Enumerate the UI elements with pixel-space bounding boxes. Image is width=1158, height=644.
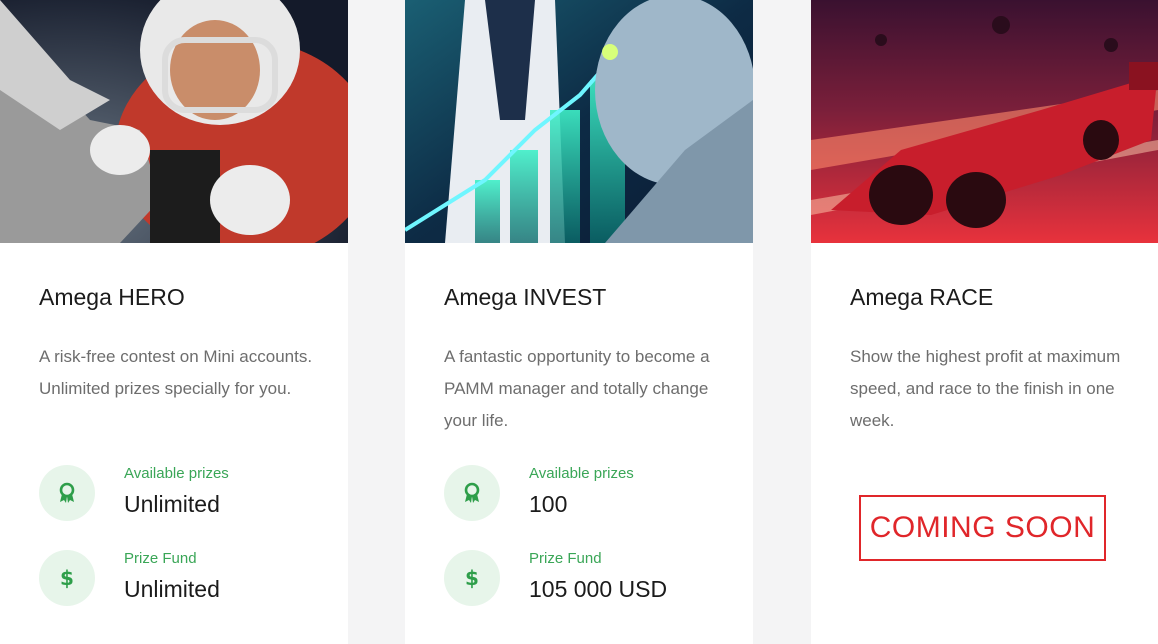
stat-value: 105 000 USD	[529, 576, 668, 602]
contest-card-race[interactable]: Amega RACE Show the highest profit at ma…	[811, 0, 1158, 644]
stat-label: Prize Fund	[124, 550, 197, 567]
prize-fund-stat: $ Prize Fund Unlimited	[39, 550, 339, 606]
race-card-image	[811, 0, 1158, 243]
stat-label: Available prizes	[529, 465, 634, 482]
award-icon	[39, 465, 95, 521]
stat-label: Available prizes	[124, 465, 229, 482]
stat-value: Unlimited	[124, 576, 220, 602]
hero-card-image	[0, 0, 348, 243]
award-icon	[444, 465, 500, 521]
prize-fund-stat: $ Prize Fund 105 000 USD	[444, 550, 744, 606]
contest-card-invest[interactable]: Amega INVEST A fantastic opportunity to …	[405, 0, 753, 644]
coming-soon-badge: COMING SOON	[859, 495, 1106, 561]
card-description: Show the highest profit at maximum speed…	[850, 347, 1121, 430]
stat-value: 100	[529, 491, 568, 517]
card-description: A fantastic opportunity to become a PAMM…	[444, 347, 710, 430]
stat-value: Unlimited	[124, 491, 220, 517]
card-title: Amega INVEST	[444, 284, 607, 310]
stat-label: Prize Fund	[529, 550, 602, 567]
contest-card-hero[interactable]: Amega HERO A risk-free contest on Mini a…	[0, 0, 348, 644]
card-title: Amega RACE	[850, 284, 994, 310]
dollar-icon: $	[39, 550, 95, 606]
dollar-icon: $	[444, 550, 500, 606]
card-description: A risk-free contest on Mini accounts. Un…	[39, 347, 313, 398]
card-title: Amega HERO	[39, 284, 185, 310]
invest-card-image	[405, 0, 753, 243]
available-prizes-stat: Available prizes 100	[444, 465, 744, 521]
available-prizes-stat: Available prizes Unlimited	[39, 465, 339, 521]
